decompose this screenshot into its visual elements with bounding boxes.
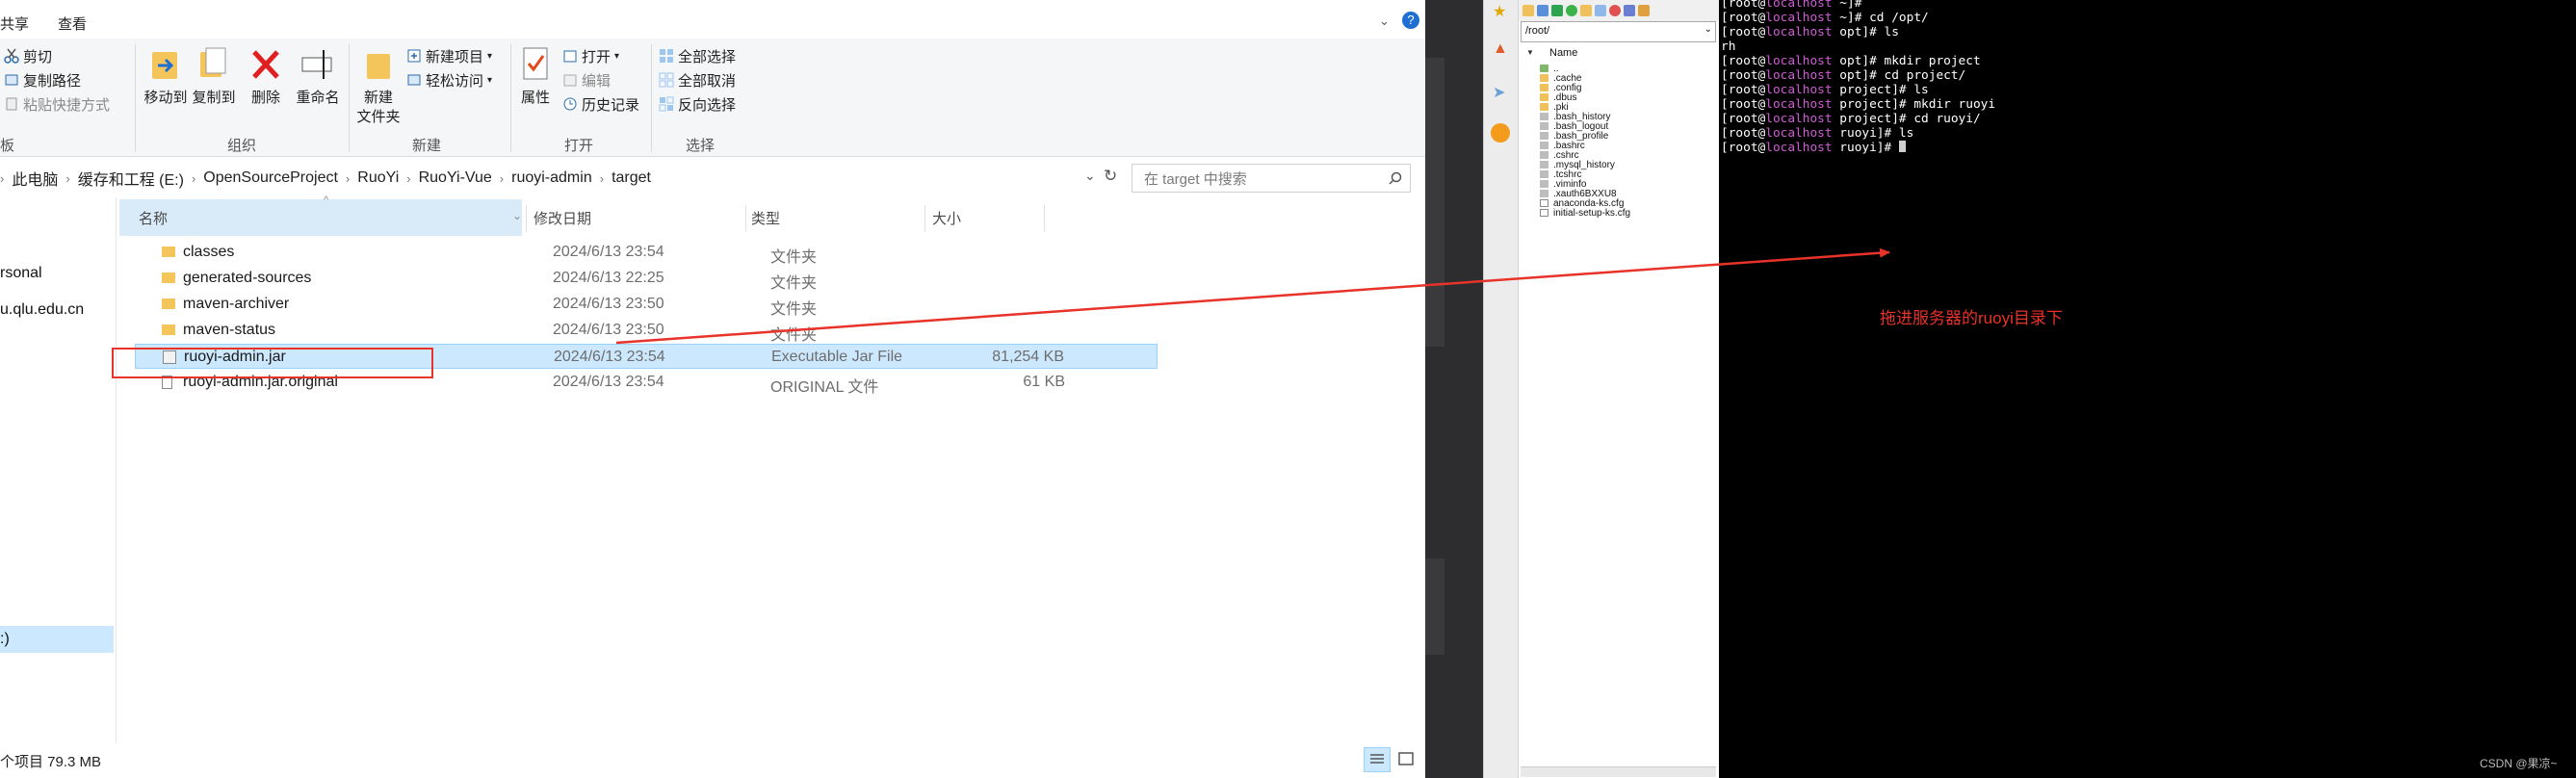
watermark: CSDN @果凉~: [2480, 757, 2558, 770]
annotation-overlay: [615, 247, 1890, 345]
annotation-text: 拖进服务器的ruoyi目录下: [1880, 309, 2063, 327]
annotation-arrow: [615, 247, 1890, 345]
